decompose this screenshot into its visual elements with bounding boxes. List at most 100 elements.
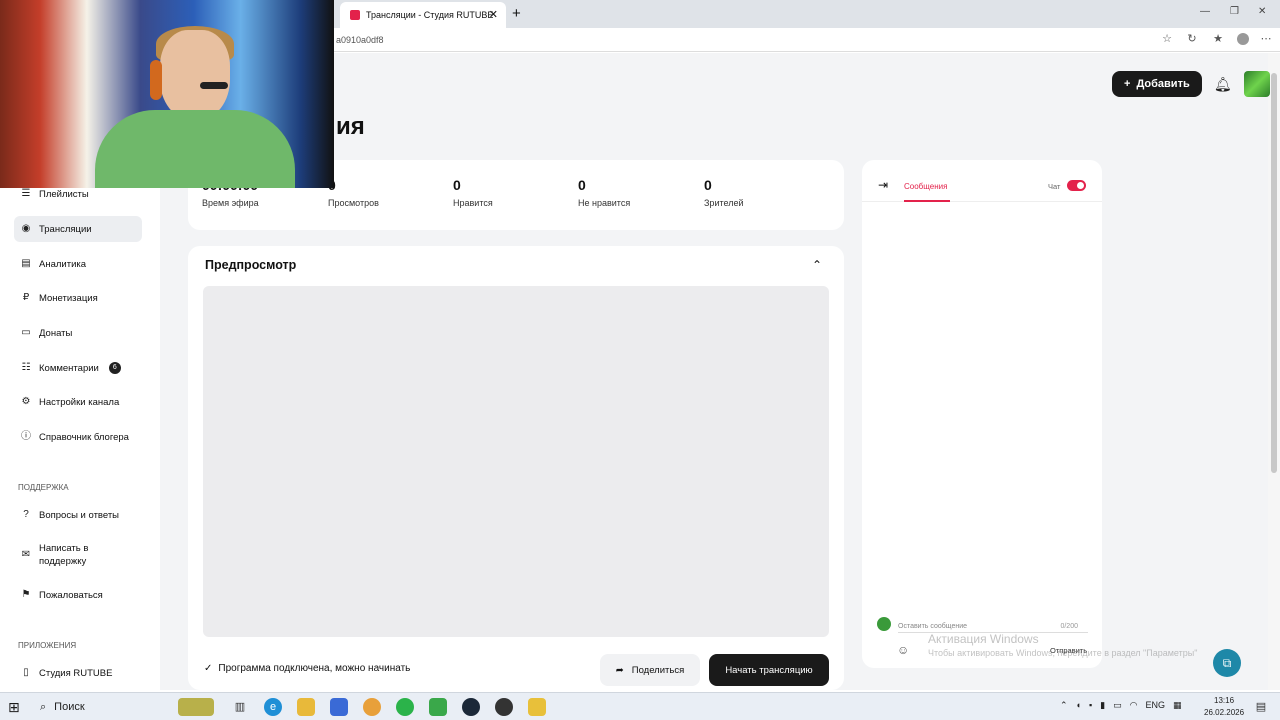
sidebar-item-comments[interactable]: ☷ Комментарии 6: [14, 355, 142, 381]
collapse-panel-icon[interactable]: ⇥: [878, 178, 888, 192]
browser-tab-active[interactable]: Трансляции - Студия RUTUBE ✕: [340, 2, 506, 28]
tab-close-icon[interactable]: ✕: [489, 8, 498, 21]
favorites-icon[interactable]: ★: [1212, 33, 1224, 45]
mic-icon[interactable]: ▮: [1100, 700, 1105, 711]
file-explorer-icon[interactable]: [297, 698, 315, 716]
new-tab-button[interactable]: +: [512, 5, 521, 22]
ruble-icon: ₽: [22, 292, 30, 303]
avatar[interactable]: [1243, 71, 1270, 97]
message-input-placeholder: Оставить сообщение: [898, 623, 968, 630]
stat-dislikes: 0 Не нравится: [578, 177, 630, 208]
connection-status: ✓ Программа подключена, можно начинать: [204, 663, 410, 674]
preview-card: Предпросмотр ⌃ ✓ Программа подключена, м…: [188, 246, 844, 690]
broadcast-icon: ◉: [21, 223, 31, 234]
sidebar-item-report[interactable]: ⚑ Пожаловаться: [14, 582, 142, 608]
sidebar-item-label: Вопросы и ответы: [39, 509, 120, 521]
ok-app-icon[interactable]: [528, 698, 546, 716]
edge-browser-icon[interactable]: e: [264, 698, 282, 716]
chevron-up-icon[interactable]: ⌃: [1060, 700, 1068, 711]
sidebar-item-channel-settings[interactable]: ⚙ Настройки канала: [14, 389, 142, 415]
sidebar: ☰ Плейлисты ◉ Трансляции ▤ Аналитика ₽ Монет…: [0, 188, 160, 690]
rutube-favicon-icon: [350, 10, 360, 20]
stat-viewers: 0 Зрителей: [704, 177, 743, 208]
webcam-headphones: [150, 60, 162, 100]
support-section-header: ПОДДЕРЖКА: [18, 483, 69, 492]
bell-icon[interactable]: 🔔︎: [1212, 73, 1234, 95]
network-icon[interactable]: ▪: [1089, 700, 1092, 711]
favorite-star-icon[interactable]: ☆: [1161, 33, 1173, 45]
mail-icon: ✉: [21, 549, 31, 560]
sidebar-item-monetization[interactable]: ₽ Монетизация: [14, 285, 142, 311]
flag-icon: ⚑: [21, 589, 31, 600]
maximize-icon[interactable]: ❐: [1230, 6, 1239, 17]
plus-icon: +: [1124, 78, 1131, 90]
wifi-icon[interactable]: ◠: [1130, 700, 1138, 711]
display-icon[interactable]: ▭: [1113, 700, 1122, 711]
sidebar-item-broadcasts[interactable]: ◉ Трансляции: [14, 216, 142, 242]
volume-icon[interactable]: ◖: [1076, 700, 1081, 711]
stat-label: Просмотров: [328, 198, 379, 208]
webcam-person-face: [160, 30, 230, 120]
video-preview-area: [203, 286, 829, 637]
steam-icon[interactable]: [462, 698, 480, 716]
playlist-icon: ☰: [21, 188, 31, 199]
refresh-icon[interactable]: ↻: [1186, 33, 1198, 45]
header-actions: + Добавить 🔔︎: [1112, 71, 1270, 97]
windows-start-icon[interactable]: ⊞: [8, 699, 20, 716]
phone-icon: ▯: [23, 667, 29, 678]
comments-count-badge: 6: [108, 362, 121, 374]
app-icon[interactable]: [330, 698, 348, 716]
apps-section-header: ПРИЛОЖЕНИЯ: [18, 641, 77, 650]
minimize-icon[interactable]: —: [1200, 6, 1210, 17]
sidebar-item-donations[interactable]: ▭ Донаты: [14, 320, 142, 346]
obs-icon[interactable]: [495, 698, 513, 716]
sidebar-item-studio-app[interactable]: ▯ Студия RUTUBE: [14, 660, 142, 686]
clock-date: 26.02.2026: [1204, 708, 1245, 717]
active-tab-indicator: [904, 200, 950, 202]
utorrent-icon[interactable]: [429, 698, 447, 716]
webcam-overlay: [0, 0, 334, 188]
page-title: ия: [336, 113, 365, 140]
sidebar-item-contact-support[interactable]: ✉ Написать в поддержку: [14, 537, 142, 573]
sidebar-item-blogger-guide[interactable]: ⓘ Справочник блогера: [14, 424, 142, 450]
stat-value: 0: [453, 177, 461, 193]
sidebar-item-label: Настройки канала: [39, 396, 120, 408]
url-field[interactable]: a0910a0df8: [336, 35, 384, 45]
avatar: [877, 617, 891, 631]
share-button[interactable]: ➦ Поделиться: [600, 654, 700, 686]
emoji-icon[interactable]: ☺: [897, 643, 909, 657]
profile-icon[interactable]: [1237, 33, 1249, 45]
message-input[interactable]: Оставить сообщение 0/200: [898, 615, 1088, 633]
tab-messages[interactable]: Сообщения: [904, 182, 947, 191]
sidebar-item-faq[interactable]: ? Вопросы и ответы: [14, 502, 142, 528]
chat-toggle[interactable]: [1067, 180, 1086, 191]
sidebar-item-label: Донаты: [39, 327, 73, 339]
share-button-label: Поделиться: [631, 664, 685, 676]
clock[interactable]: 13:16 26.02.2026: [1204, 695, 1244, 719]
notification-icon[interactable]: ▤: [1252, 698, 1270, 716]
support-chat-icon[interactable]: ⧉: [1213, 649, 1241, 677]
chrome-icon[interactable]: [363, 698, 381, 716]
whatsapp-icon[interactable]: [396, 698, 414, 716]
task-view-icon[interactable]: ▥: [231, 698, 249, 716]
add-button[interactable]: + Добавить: [1112, 71, 1202, 97]
chevron-up-icon[interactable]: ⌃: [812, 258, 822, 272]
stat-label: Зрителей: [704, 198, 744, 208]
page-scrollbar[interactable]: [1268, 53, 1280, 690]
language-indicator[interactable]: ENG: [1146, 700, 1166, 711]
window-close-icon[interactable]: ✕: [1258, 6, 1266, 17]
taskbar-search-label: Поиск: [54, 701, 85, 713]
search-icon: ⌕: [40, 700, 47, 713]
scrollbar-thumb[interactable]: [1271, 73, 1277, 473]
start-broadcast-button[interactable]: Начать трансляцию: [709, 654, 829, 686]
stat-label: Не нравится: [578, 198, 631, 208]
browser-menu-icon[interactable]: ⋯: [1260, 33, 1272, 45]
sidebar-item-label: Монетизация: [39, 292, 98, 304]
stat-likes: 0 Нравится: [453, 177, 493, 208]
stat-label: Нравится: [453, 198, 493, 208]
sidebar-item-analytics[interactable]: ▤ Аналитика: [14, 251, 142, 277]
gear-icon: ⚙: [21, 396, 31, 407]
sidebar-item-label: Комментарии: [39, 362, 99, 374]
search-highlight-icon[interactable]: [178, 698, 214, 716]
keyboard-icon[interactable]: ▦: [1173, 700, 1182, 711]
